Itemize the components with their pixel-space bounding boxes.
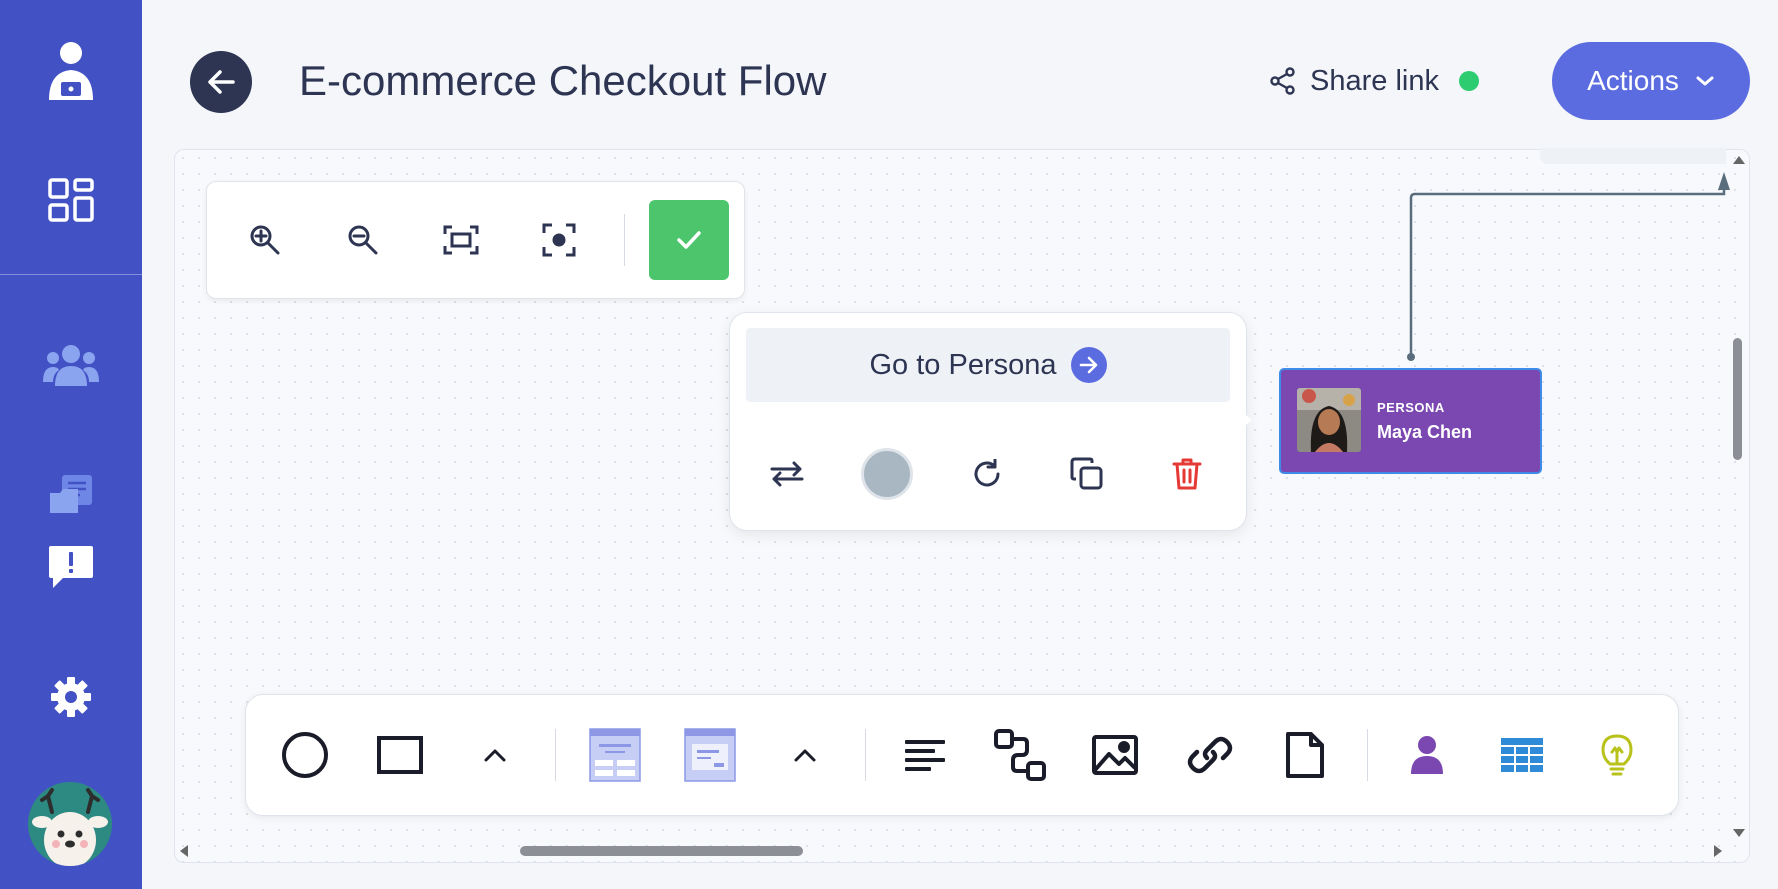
team-icon[interactable] bbox=[0, 340, 142, 390]
documents-icon[interactable] bbox=[0, 472, 142, 516]
scroll-left-arrow[interactable] bbox=[180, 845, 188, 857]
color-swatch[interactable] bbox=[859, 446, 915, 502]
chevron-up-icon[interactable] bbox=[773, 723, 837, 787]
user-laptop-icon[interactable] bbox=[0, 38, 142, 108]
toolbar-divider bbox=[555, 729, 556, 781]
go-to-persona-label: Go to Persona bbox=[869, 348, 1057, 381]
document-icon[interactable] bbox=[1273, 723, 1337, 787]
zoom-toolbar bbox=[206, 181, 745, 299]
persona-type-label: PERSONA bbox=[1377, 400, 1445, 415]
zoom-in-icon[interactable] bbox=[237, 212, 293, 268]
vertical-scrollbar[interactable] bbox=[1733, 338, 1742, 460]
canvas-top-tab bbox=[1540, 148, 1726, 164]
rectangle-icon[interactable] bbox=[368, 723, 432, 787]
wireframe-page-icon[interactable] bbox=[583, 723, 647, 787]
persona-node[interactable]: PERSONA Maya Chen bbox=[1279, 368, 1542, 474]
actions-button[interactable]: Actions bbox=[1552, 42, 1750, 120]
scroll-up-arrow[interactable] bbox=[1733, 156, 1745, 164]
rotate-icon[interactable] bbox=[959, 446, 1015, 502]
center-focus-icon[interactable] bbox=[531, 212, 587, 268]
table-icon[interactable] bbox=[1490, 723, 1554, 787]
fit-screen-icon[interactable] bbox=[433, 212, 489, 268]
arrow-left-icon bbox=[208, 70, 235, 94]
circle-icon[interactable] bbox=[273, 723, 337, 787]
toolbar-divider bbox=[865, 729, 866, 781]
chevron-up-icon[interactable] bbox=[463, 723, 527, 787]
persona-photo bbox=[1297, 388, 1361, 452]
idea-bulb-icon[interactable] bbox=[1585, 723, 1649, 787]
sidebar-divider bbox=[0, 274, 142, 275]
horizontal-scrollbar[interactable] bbox=[520, 846, 803, 856]
sidebar bbox=[0, 0, 142, 889]
share-icon bbox=[1270, 67, 1295, 95]
wireframe-modal-icon[interactable] bbox=[678, 723, 742, 787]
dashboard-icon[interactable] bbox=[0, 172, 142, 228]
persona-icon[interactable] bbox=[1395, 723, 1459, 787]
arrow-right-icon bbox=[1070, 347, 1107, 383]
zoom-out-icon[interactable] bbox=[335, 212, 391, 268]
page-title: E-commerce Checkout Flow bbox=[299, 57, 827, 104]
toolbar-divider bbox=[1367, 729, 1368, 781]
toolbar-divider bbox=[624, 214, 625, 266]
go-to-persona-button[interactable]: Go to Persona bbox=[746, 328, 1230, 402]
node-context-popover: Go to Persona bbox=[729, 312, 1247, 531]
share-link-button[interactable]: Share link bbox=[1270, 60, 1479, 102]
popover-arrow bbox=[1240, 410, 1252, 430]
chevron-down-icon bbox=[1696, 76, 1714, 86]
status-indicator bbox=[1458, 71, 1479, 91]
persona-name: Maya Chen bbox=[1377, 422, 1473, 442]
scroll-down-arrow[interactable] bbox=[1733, 829, 1745, 837]
share-link-label: Share link bbox=[1310, 64, 1439, 97]
scroll-right-arrow[interactable] bbox=[1714, 845, 1722, 857]
trash-icon[interactable] bbox=[1159, 446, 1215, 502]
flow-icon[interactable] bbox=[988, 723, 1052, 787]
feedback-icon[interactable] bbox=[0, 542, 142, 592]
avatar[interactable] bbox=[28, 782, 112, 866]
confirm-button[interactable] bbox=[649, 200, 729, 280]
settings-icon[interactable] bbox=[0, 674, 142, 720]
check-icon bbox=[677, 231, 701, 249]
text-align-icon[interactable] bbox=[893, 723, 957, 787]
back-button[interactable] bbox=[190, 51, 252, 113]
duplicate-icon[interactable] bbox=[1059, 446, 1115, 502]
shape-toolbar bbox=[245, 694, 1679, 816]
actions-label: Actions bbox=[1587, 65, 1679, 96]
link-icon[interactable] bbox=[1178, 723, 1242, 787]
image-icon[interactable] bbox=[1083, 723, 1147, 787]
swap-icon[interactable] bbox=[759, 446, 815, 502]
